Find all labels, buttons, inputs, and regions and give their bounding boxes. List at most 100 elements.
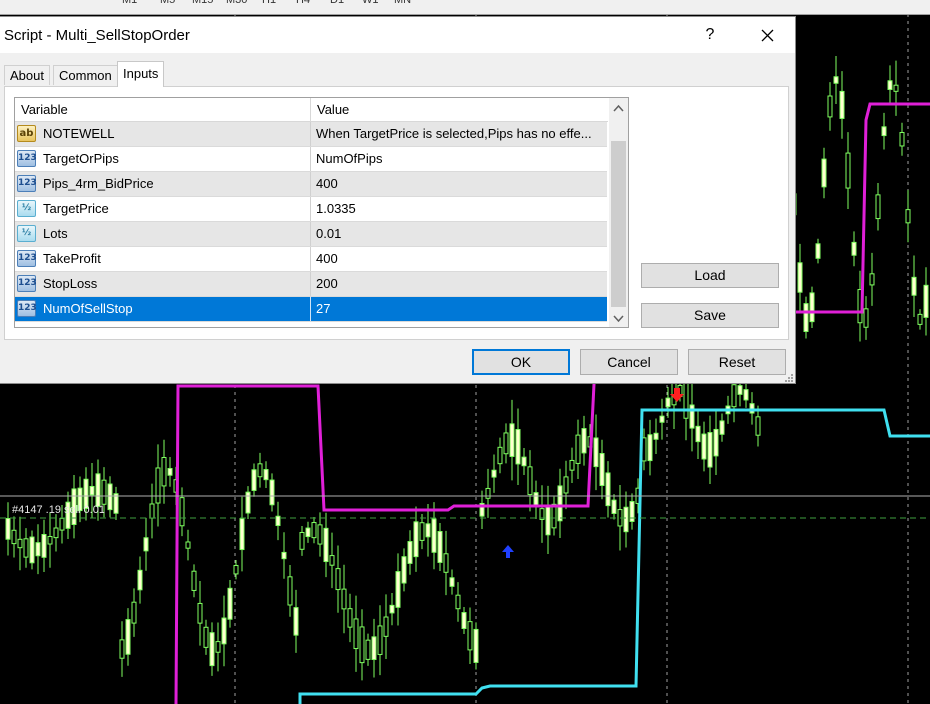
table-row[interactable]: 123 TargetOrPips NumOfPips [15,147,607,172]
tab-common[interactable]: Common [53,65,118,85]
column-header-variable[interactable]: Variable [15,98,311,121]
candle-body [287,576,293,606]
timeframe-w1[interactable]: W1 [362,0,379,6]
variable-value[interactable]: 200 [316,272,604,296]
variable-name: NOTEWELL [43,126,115,141]
save-button[interactable]: Save [641,303,779,328]
candle-body [923,284,929,318]
candle-body [389,604,395,614]
candle-body [113,493,119,514]
candle-body [455,594,461,610]
variable-name: TakeProfit [43,251,101,266]
candle-body [755,416,761,436]
candle-body [491,469,497,478]
scrollbar-thumb[interactable] [611,141,626,307]
candle-body [227,587,233,620]
timeframe-mn[interactable]: MN [394,0,411,6]
column-divider [310,247,311,271]
candle-body [101,479,107,505]
table-row[interactable]: ½ TargetPrice 1.0335 [15,197,607,222]
candle-body [221,617,227,645]
candle-body [239,518,245,551]
table-row[interactable]: 123 NumOfSellStop 27 [15,297,607,322]
help-button[interactable]: ? [688,20,732,50]
candle-body [299,532,305,550]
variable-value[interactable]: 0.01 [316,222,604,246]
variable-value[interactable]: 1.0335 [316,197,604,221]
integer-icon: 123 [17,150,37,167]
candle-body [107,483,113,511]
candle-body [245,491,251,514]
candle-body [905,209,911,224]
candle-body [569,459,575,471]
candle-body [371,636,377,661]
scroll-up-button[interactable] [609,100,628,117]
reset-button[interactable]: Reset [688,349,786,375]
candle-body [431,518,437,553]
column-divider [310,172,311,196]
candle-body [881,126,887,137]
variable-value[interactable]: 400 [316,172,604,196]
candle-body [377,625,383,655]
candle-body [443,553,449,573]
variable-value[interactable]: When TargetPrice is selected,Pips has no… [316,122,604,146]
candle-body [515,429,521,465]
load-button[interactable]: Load [641,263,779,288]
candle-body [719,420,725,435]
timeframe-m1[interactable]: M1 [122,0,137,6]
double-icon: ½ [17,200,36,217]
variable-value[interactable]: 27 [316,297,604,321]
table-row[interactable]: ab NOTEWELL When TargetPrice is selected,P… [15,122,607,147]
candle-body [395,571,401,608]
candle-body [407,541,413,564]
timeframe-h4[interactable]: H4 [296,0,310,6]
candle-body [191,570,197,591]
candle-body [413,521,419,558]
order-line-label: #4147 .19 sell 0.01 [12,504,105,516]
candle-body [743,389,749,401]
candle-body [197,602,203,624]
integer-icon: 123 [17,300,37,317]
candle-body [41,533,47,558]
timeframe-m30[interactable]: M30 [226,0,247,6]
scroll-down-button[interactable] [609,310,628,327]
column-divider [310,197,311,221]
table-row[interactable]: 123 Pips_4rm_BidPrice 400 [15,172,607,197]
resize-grip-icon[interactable] [784,373,794,383]
variable-value[interactable]: 400 [316,247,604,271]
candle-body [137,569,143,591]
table-row[interactable]: 123 StopLoss 200 [15,272,607,297]
timeframe-d1[interactable]: D1 [330,0,344,6]
candle-body [509,423,515,457]
variable-value[interactable]: NumOfPips [316,147,604,171]
ok-button[interactable]: OK [472,349,570,375]
tab-inputs[interactable]: Inputs [117,61,165,87]
candle-body [653,432,659,440]
variable-name: TargetOrPips [43,151,119,166]
dialog-titlebar[interactable]: Script - Multi_SellStopOrder ? [0,17,795,53]
candle-body [269,479,275,506]
candle-body [917,313,923,325]
timeframe-m15[interactable]: M15 [192,0,213,6]
candle-body [593,437,599,468]
candle-body [335,568,341,591]
vertical-scrollbar[interactable] [609,98,628,327]
close-button[interactable] [745,20,789,50]
candle-body [185,541,191,549]
candle-body [317,524,323,545]
timeframe-m5[interactable]: M5 [160,0,175,6]
candle-body [59,517,65,531]
table-row[interactable]: ½ Lots 0.01 [15,222,607,247]
variable-name: Lots [43,226,68,241]
cancel-button[interactable]: Cancel [580,349,678,375]
candle-body [125,619,131,655]
timeframe-h1[interactable]: H1 [262,0,276,6]
candle-body [257,463,263,478]
chevron-up-icon [613,104,624,112]
table-row[interactable]: 123 TakeProfit 400 [15,247,607,272]
column-header-value[interactable]: Value [311,98,608,121]
tab-about[interactable]: About [4,65,50,85]
candle-body [899,132,905,147]
candle-body [329,555,335,566]
candle-body [527,466,533,496]
